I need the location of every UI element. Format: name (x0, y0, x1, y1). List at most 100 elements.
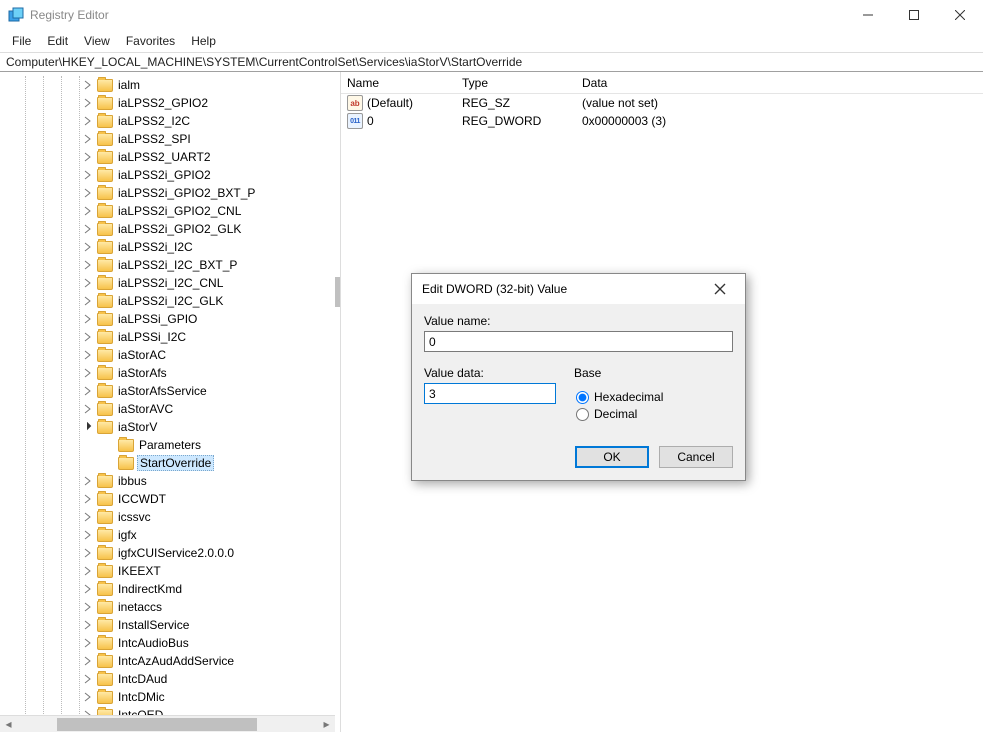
expander-icon[interactable] (82, 259, 94, 271)
list-row[interactable]: ab(Default)REG_SZ(value not set) (341, 94, 983, 112)
tree-item[interactable]: IntcAudioBus (0, 634, 335, 652)
expander-icon[interactable] (82, 241, 94, 253)
menu-file[interactable]: File (4, 32, 39, 50)
tree-item[interactable]: iaLPSS2_SPI (0, 130, 335, 148)
expander-icon[interactable] (82, 493, 94, 505)
tree-item[interactable]: iaLPSS2i_I2C (0, 238, 335, 256)
tree-item[interactable]: iaStorAVC (0, 400, 335, 418)
scroll-thumb[interactable] (57, 718, 257, 731)
tree-item[interactable]: IntcAzAudAddService (0, 652, 335, 670)
tree-item[interactable]: IndirectKmd (0, 580, 335, 598)
tree-item[interactable]: iaLPSS2i_I2C_CNL (0, 274, 335, 292)
tree-item[interactable]: iaLPSS2i_GPIO2_GLK (0, 220, 335, 238)
expander-icon[interactable] (82, 205, 94, 217)
tree-item[interactable]: iaLPSS2_UART2 (0, 148, 335, 166)
tree-item[interactable]: icssvc (0, 508, 335, 526)
expander-icon[interactable] (82, 367, 94, 379)
tree-item[interactable]: IKEEXT (0, 562, 335, 580)
dialog-title-bar[interactable]: Edit DWORD (32-bit) Value (412, 274, 745, 304)
tree-item[interactable]: iaLPSS2i_GPIO2_CNL (0, 202, 335, 220)
expander-icon[interactable] (82, 655, 94, 667)
tree-item-label: IntcDAud (116, 672, 169, 686)
value-data-input[interactable] (424, 383, 556, 404)
expander-icon[interactable] (82, 169, 94, 181)
tree-item[interactable]: IntcDMic (0, 688, 335, 706)
address-bar[interactable]: Computer\HKEY_LOCAL_MACHINE\SYSTEM\Curre… (0, 52, 983, 72)
expander-icon[interactable] (82, 601, 94, 613)
expander-icon[interactable] (82, 151, 94, 163)
tree-item[interactable]: StartOverride (0, 454, 335, 472)
tree-pane[interactable]: ialmiaLPSS2_GPIO2iaLPSS2_I2C iaLPSS2_SPIi… (0, 72, 335, 732)
expander-icon[interactable] (82, 277, 94, 289)
scroll-left-button[interactable]: ◂ (0, 716, 17, 733)
tree-item[interactable]: igfxCUIService2.0.0.0 (0, 544, 335, 562)
tree-item[interactable]: Parameters (0, 436, 335, 454)
tree-item[interactable]: iaLPSS2_I2C (0, 112, 335, 130)
expander-icon[interactable] (82, 349, 94, 361)
cancel-button[interactable]: Cancel (659, 446, 733, 468)
expander-icon[interactable] (82, 385, 94, 397)
expander-icon[interactable] (82, 637, 94, 649)
ok-button[interactable]: OK (575, 446, 649, 468)
expander-icon[interactable] (82, 133, 94, 145)
tree-item[interactable]: igfx (0, 526, 335, 544)
expander-icon[interactable] (82, 313, 94, 325)
expander-icon[interactable] (82, 115, 94, 127)
menu-favorites[interactable]: Favorites (118, 32, 183, 50)
radio-hexadecimal-input[interactable] (576, 391, 589, 404)
expander-icon[interactable] (82, 79, 94, 91)
radio-hexadecimal[interactable]: Hexadecimal (576, 390, 733, 404)
menu-view[interactable]: View (76, 32, 118, 50)
expander-icon[interactable] (82, 673, 94, 685)
expander-icon[interactable] (82, 331, 94, 343)
column-type[interactable]: Type (456, 74, 576, 92)
list-row[interactable]: 0110REG_DWORD0x00000003 (3) (341, 112, 983, 130)
menu-help[interactable]: Help (183, 32, 224, 50)
tree-item-label: iaLPSS2_SPI (116, 132, 193, 146)
close-button[interactable] (937, 0, 983, 30)
expander-icon[interactable] (82, 421, 94, 433)
tree-item[interactable]: iaStorAfs (0, 364, 335, 382)
tree-item[interactable]: IntcDAud (0, 670, 335, 688)
column-name[interactable]: Name (341, 74, 456, 92)
expander-icon[interactable] (82, 547, 94, 559)
expander-icon[interactable] (82, 403, 94, 415)
expander-icon[interactable] (82, 475, 94, 487)
tree-item[interactable]: iaLPSSi_I2C (0, 328, 335, 346)
expander-icon[interactable] (82, 97, 94, 109)
tree-item[interactable]: ialm (0, 76, 335, 94)
expander-icon[interactable] (82, 565, 94, 577)
tree-item[interactable]: iaLPSS2i_I2C_GLK (0, 292, 335, 310)
minimize-button[interactable] (845, 0, 891, 30)
column-data[interactable]: Data (576, 74, 983, 92)
tree-item[interactable]: iaStorAC (0, 346, 335, 364)
expander-icon[interactable] (82, 529, 94, 541)
radio-decimal-input[interactable] (576, 408, 589, 421)
tree-item[interactable]: iaLPSS2i_I2C_BXT_P (0, 256, 335, 274)
dialog-close-button[interactable] (705, 274, 735, 304)
tree-item[interactable]: iaStorV (0, 418, 335, 436)
expander-icon[interactable] (82, 619, 94, 631)
expander-icon[interactable] (82, 295, 94, 307)
expander-icon[interactable] (82, 691, 94, 703)
expander-icon[interactable] (82, 583, 94, 595)
value-name-input[interactable] (424, 331, 733, 352)
tree-item[interactable]: InstallService (0, 616, 335, 634)
tree-item[interactable]: iaStorAfsService (0, 382, 335, 400)
tree-horizontal-scrollbar[interactable]: ◂ ▸ (0, 715, 335, 732)
expander-icon[interactable] (82, 511, 94, 523)
tree-item[interactable]: inetaccs (0, 598, 335, 616)
expander-icon[interactable] (82, 223, 94, 235)
scroll-right-button[interactable]: ▸ (318, 716, 335, 733)
tree-item[interactable]: iaLPSS2i_GPIO2 (0, 166, 335, 184)
radio-decimal[interactable]: Decimal (576, 407, 733, 421)
pane-splitter[interactable] (335, 72, 340, 732)
tree-item[interactable]: ICCWDT (0, 490, 335, 508)
tree-item[interactable]: iaLPSSi_GPIO (0, 310, 335, 328)
tree-item[interactable]: ibbus (0, 472, 335, 490)
maximize-button[interactable] (891, 0, 937, 30)
tree-item[interactable]: iaLPSS2i_GPIO2_BXT_P (0, 184, 335, 202)
expander-icon[interactable] (82, 187, 94, 199)
tree-item[interactable]: iaLPSS2_GPIO2 (0, 94, 335, 112)
menu-edit[interactable]: Edit (39, 32, 76, 50)
